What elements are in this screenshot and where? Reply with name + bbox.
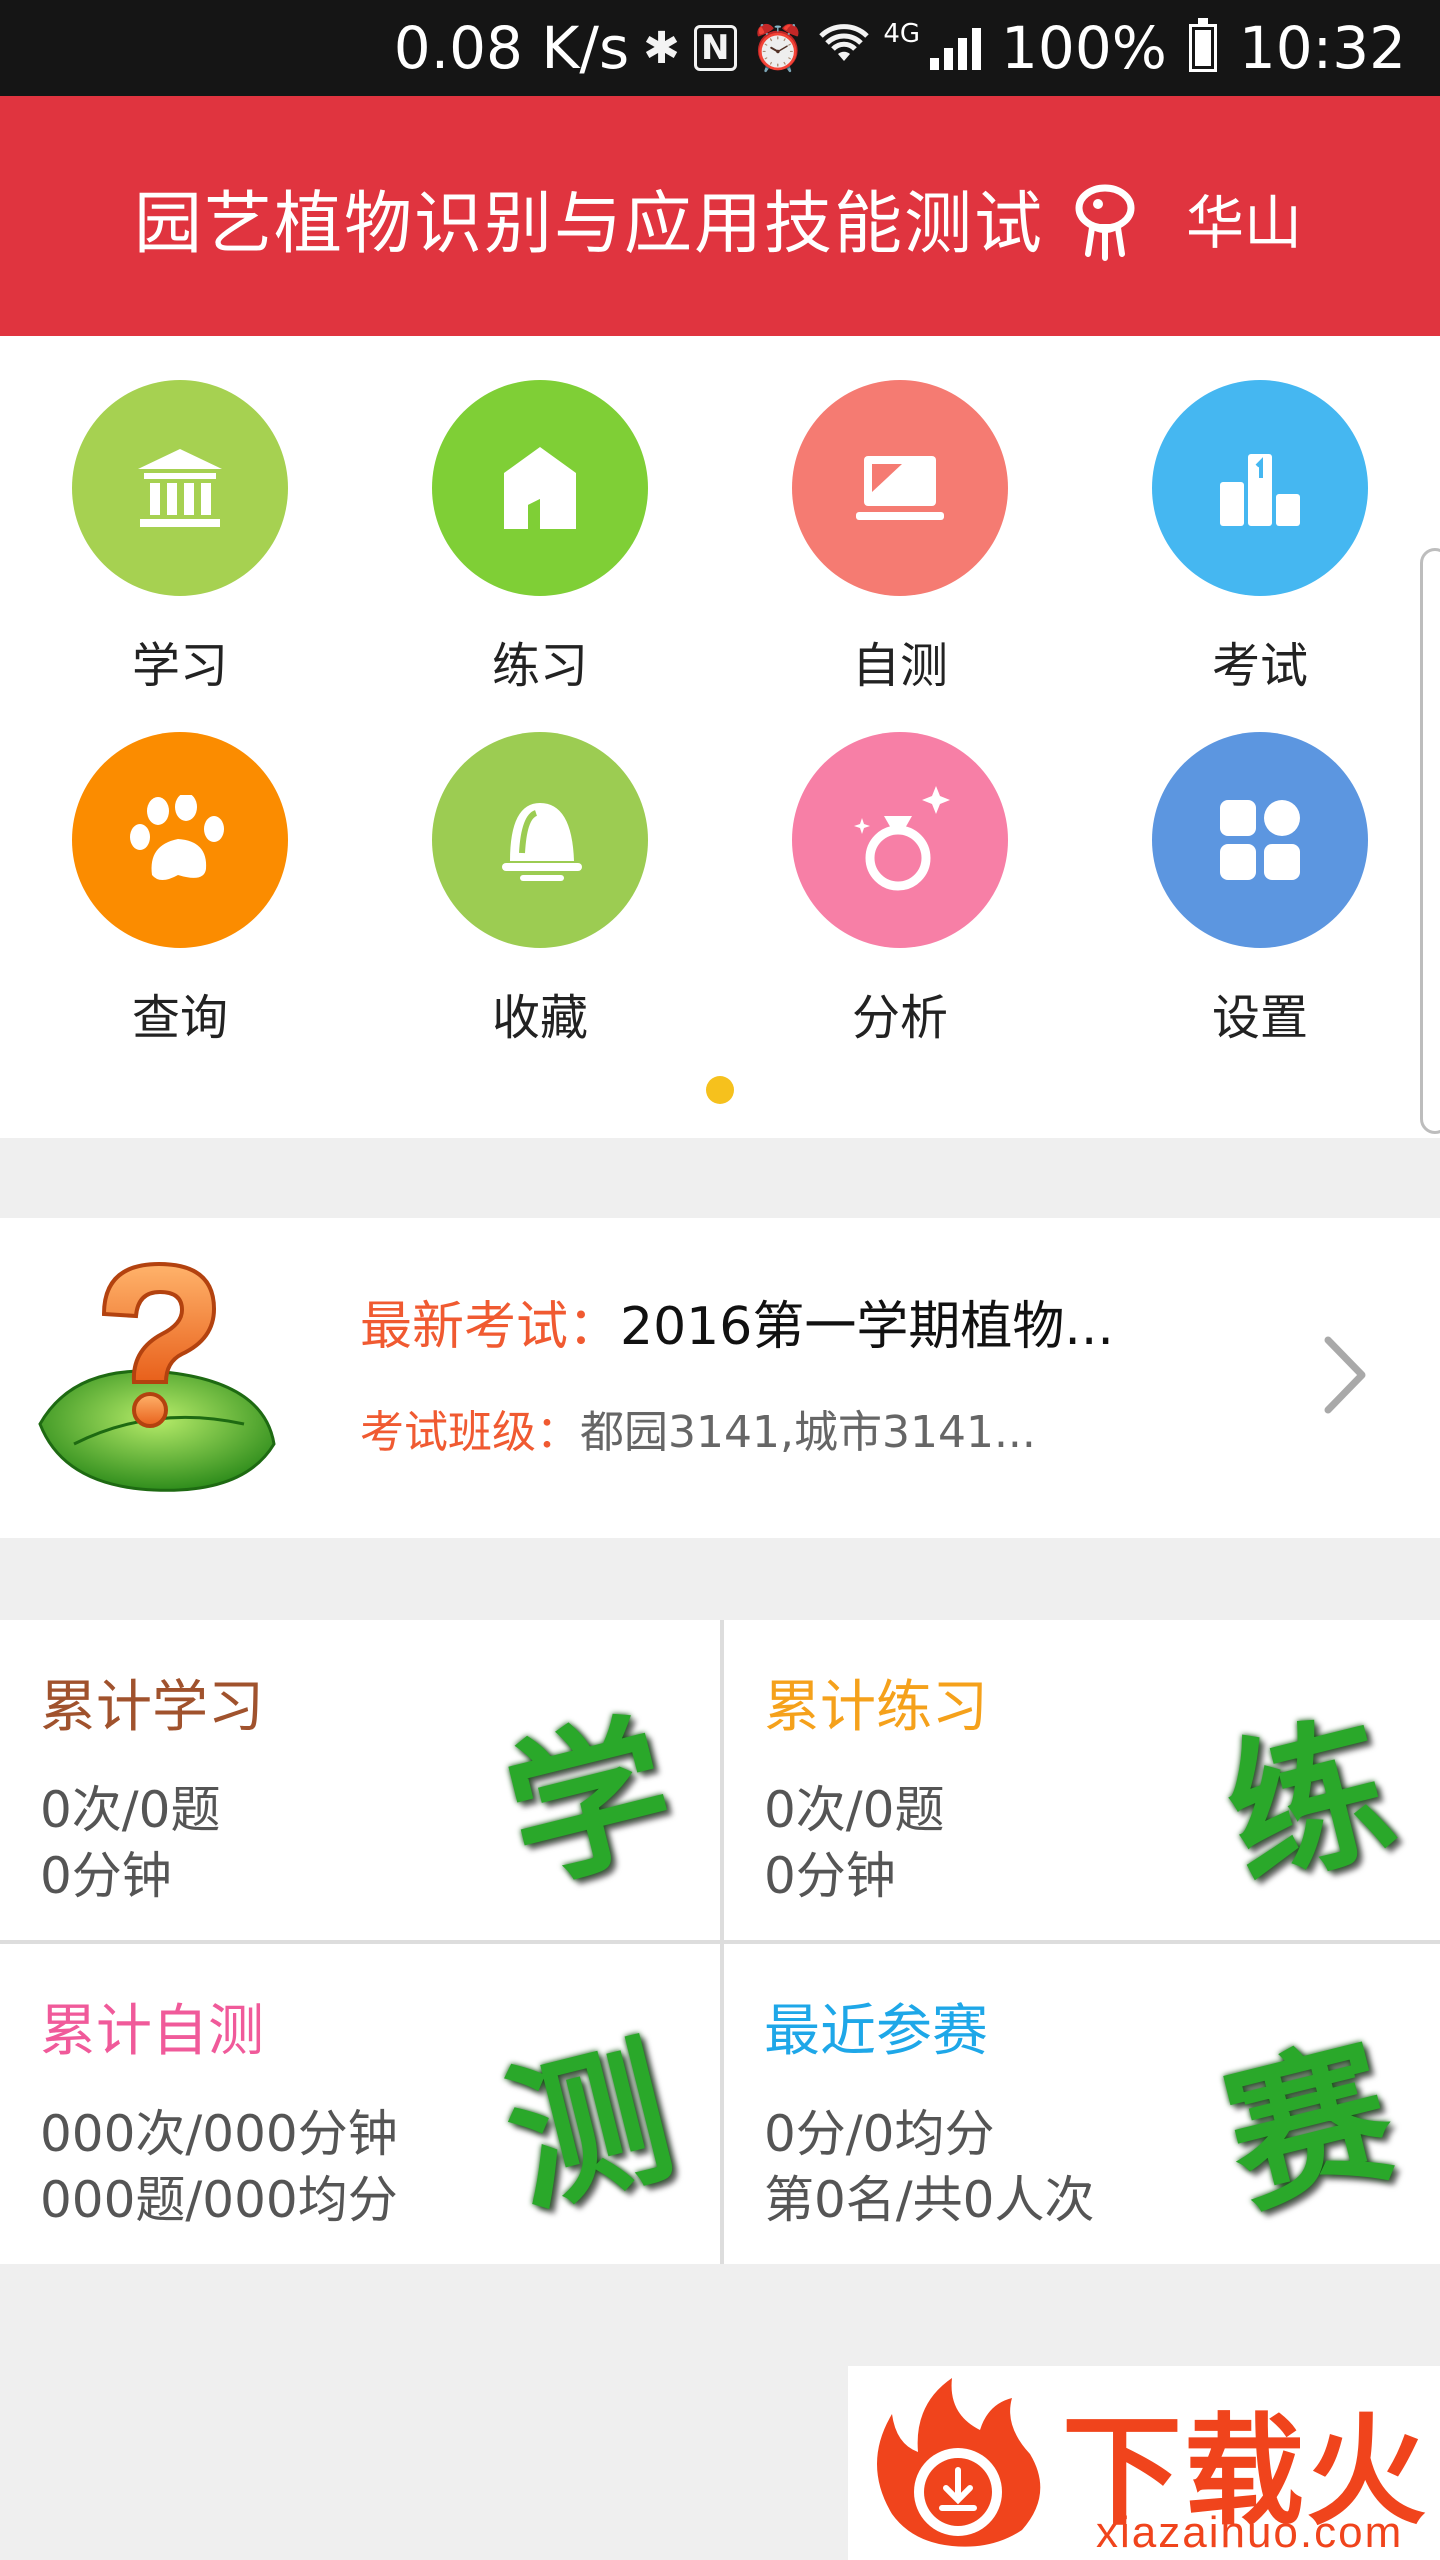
stat-line-1: 0次/0题 [40,1781,221,1839]
nfc-icon: N [694,25,737,71]
stats-grid: 累计学习 0次/0题 0分钟 学 累计练习 0次/0题 0分钟 练 累计自测 0… [0,1620,1440,2264]
menu-label-practice: 练习 [491,638,588,694]
stat-card-competition[interactable]: 最近参赛 0分/0均分 第0名/共0人次 赛 [724,1944,1440,2264]
stat-title: 最近参赛 [764,1999,988,2064]
grid-icon [1152,732,1368,948]
network-type: 4G [883,19,921,49]
header-bar: 园艺植物识别与应用技能测试 华山 [0,96,1440,336]
menu-item-exam[interactable]: 考试 [1140,380,1380,696]
exam-class-line: 考试班级：都园3141,城市3141... [360,1396,1036,1460]
menu-item-analysis[interactable]: 分析 [780,732,1020,1048]
stat-line-2: 第0名/共0人次 [764,2171,1095,2229]
alarm-icon: ⏰ [750,23,806,74]
stat-title: 累计练习 [764,1675,988,1740]
latest-exam-line: 最新考试：2016第一学期植物... [360,1284,1114,1359]
signal-icon [930,26,982,70]
study-badge-icon: 学 [489,1660,690,1913]
stat-title: 累计自测 [40,1999,264,2064]
watermark-url: xiazaihuo.com [1096,2508,1404,2557]
menu-grid: 学习 练习 自测 考试 查询 收藏 分析 设置 [0,336,1440,1138]
menu-label-query: 查询 [131,990,228,1046]
badge-char: 赛 [1208,2016,1410,2238]
stat-line-1: 000次/000分钟 [40,2105,398,2163]
latest-exam-label: 最新考试： [360,1297,621,1357]
menu-item-settings[interactable]: 设置 [1140,732,1380,1048]
menu-item-self-test[interactable]: 自测 [780,380,1020,696]
paw-icon [72,732,288,948]
latest-exam-card[interactable]: 最新考试：2016第一学期植物... 考试班级：都园3141,城市3141... [0,1218,1440,1538]
stat-card-self-test[interactable]: 累计自测 000次/000分钟 000题/000均分 测 [0,1944,720,2264]
menu-item-study[interactable]: 学习 [60,380,300,696]
exam-class-value: 都园3141,城市3141... [580,1407,1036,1458]
podium-icon [1152,380,1368,596]
badge-char: 练 [1208,1692,1410,1914]
menu-label-study: 学习 [131,638,228,694]
stat-title: 累计学习 [40,1675,264,1740]
stat-line-2: 0分钟 [40,1847,172,1905]
chevron-right-icon[interactable] [1300,1330,1390,1420]
menu-label-analysis: 分析 [851,990,948,1046]
stat-line-2: 0分钟 [764,1847,896,1905]
stat-line-1: 0次/0题 [764,1781,945,1839]
menu-item-practice[interactable]: 练习 [420,380,660,696]
badge-char: 学 [488,1692,690,1914]
ring-icon [792,732,1008,948]
menu-item-favorites[interactable]: 收藏 [420,732,660,1048]
laptop-icon [792,380,1008,596]
watermark: 下载火 xiazaihuo.com [848,2366,1440,2560]
battery-icon [1188,18,1217,72]
latest-exam-value: 2016第一学期植物... [620,1297,1114,1357]
wifi-icon [819,21,870,76]
menu-label-exam: 考试 [1211,638,1308,694]
bell-icon [432,732,648,948]
flame-download-icon [877,2378,1041,2547]
battery-percent: 100% [1001,14,1167,82]
stat-line-1: 0分/0均分 [764,2105,995,2163]
question-leaf-icon [38,1261,276,1492]
clock: 10:32 [1238,14,1406,82]
competition-badge-icon: 赛 [1209,1984,1410,2237]
page-indicator-dot [706,1076,734,1104]
menu-label-favorites: 收藏 [491,990,588,1046]
menu-label-self-test: 自测 [851,638,948,694]
network-speed: 0.08 K/s [393,14,630,82]
menu-item-query[interactable]: 查询 [60,732,300,1048]
menu-label-settings: 设置 [1211,990,1308,1046]
mascot-icon[interactable] [1062,176,1148,262]
stat-card-study[interactable]: 累计学习 0次/0题 0分钟 学 [0,1620,720,1940]
self-test-badge-icon: 测 [489,1984,690,2237]
museum-icon [72,380,288,596]
stat-card-practice[interactable]: 累计练习 0次/0题 0分钟 练 [724,1620,1440,1940]
badge-char: 测 [488,2016,690,2238]
location-selector[interactable]: 华山 [1186,176,1302,260]
page-title: 园艺植物识别与应用技能测试 [134,185,1045,264]
exam-class-label: 考试班级： [360,1407,580,1458]
edge-panel-handle[interactable] [1420,548,1440,1134]
stat-line-2: 000题/000均分 [40,2171,398,2229]
status-bar: 0.08 K/s ✱ N ⏰ 4G 100% 10:32 [0,0,1440,96]
house-icon [432,380,648,596]
practice-badge-icon: 练 [1209,1660,1410,1913]
bluetooth-icon: ✱ [643,22,681,74]
